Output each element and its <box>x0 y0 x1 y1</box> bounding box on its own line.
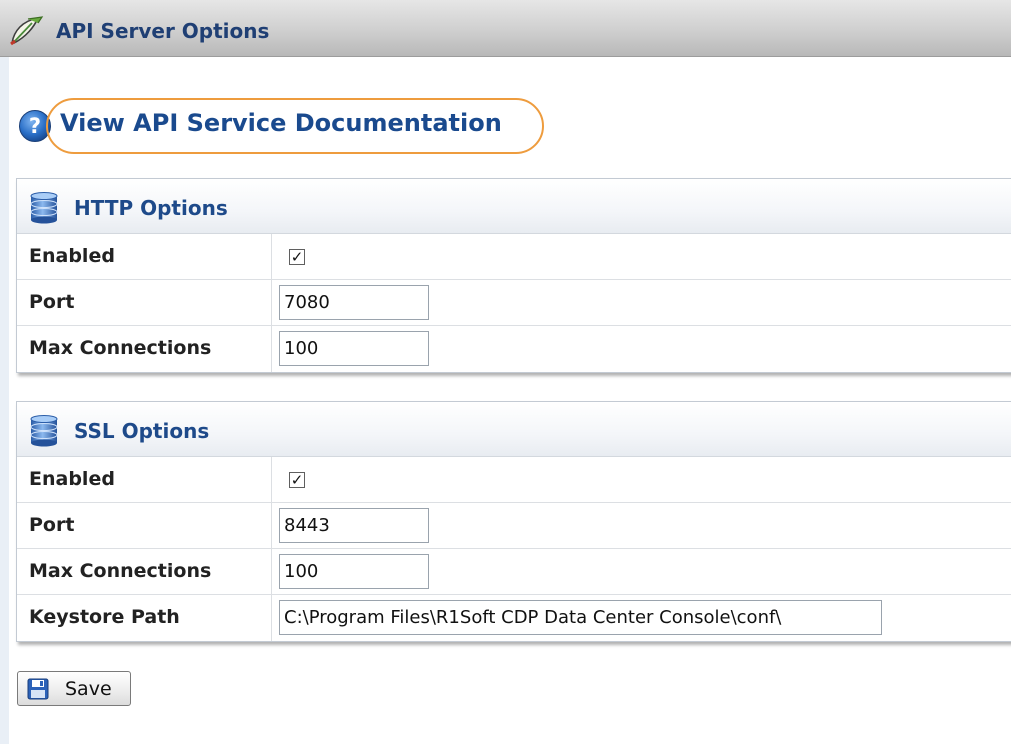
ssl-port-label: Port <box>17 503 272 548</box>
left-border-strip <box>0 56 9 744</box>
http-port-input[interactable] <box>279 285 429 320</box>
floppy-disk-icon <box>27 678 49 700</box>
http-enabled-row: Enabled ✓ <box>17 234 1011 280</box>
http-enabled-checkbox[interactable]: ✓ <box>289 249 305 265</box>
ssl-keystore-path-label: Keystore Path <box>17 595 272 641</box>
ssl-options-panel: SSL Options Enabled ✓ Port Max Connectio… <box>16 401 1011 642</box>
ssl-keystore-path-input[interactable] <box>279 600 882 635</box>
ssl-keystore-path-row: Keystore Path <box>17 595 1011 641</box>
ssl-enabled-checkbox[interactable]: ✓ <box>289 472 305 488</box>
ssl-max-connections-input[interactable] <box>279 554 429 589</box>
window-title-bar: API Server Options <box>0 0 1011 57</box>
window-title: API Server Options <box>56 19 270 43</box>
http-max-connections-row: Max Connections <box>17 326 1011 372</box>
api-server-options-page: API Server Options ? View API Service Do… <box>0 0 1011 744</box>
ssl-max-connections-label: Max Connections <box>17 549 272 594</box>
database-icon <box>27 413 61 447</box>
http-max-connections-input[interactable] <box>279 331 429 366</box>
http-options-header: HTTP Options <box>17 179 1011 234</box>
save-button-label[interactable]: Save <box>65 678 112 700</box>
ssl-enabled-row: Enabled ✓ <box>17 457 1011 503</box>
ssl-options-title: SSL Options <box>74 419 210 443</box>
view-api-documentation-label[interactable]: View API Service Documentation <box>60 109 502 137</box>
http-enabled-label: Enabled <box>17 234 272 279</box>
ssl-enabled-label: Enabled <box>17 457 272 502</box>
ssl-port-input[interactable] <box>279 508 429 543</box>
pencil-leaf-icon <box>8 15 48 47</box>
help-icon: ? <box>18 109 52 143</box>
ssl-options-header: SSL Options <box>17 402 1011 457</box>
database-icon <box>27 190 61 224</box>
ssl-port-row: Port <box>17 503 1011 549</box>
http-port-label: Port <box>17 280 272 325</box>
http-port-row: Port <box>17 280 1011 326</box>
view-api-documentation-link[interactable]: ? View API Service Documentation <box>18 98 558 154</box>
http-options-panel: HTTP Options Enabled ✓ Port Max Connecti… <box>16 178 1011 373</box>
http-max-connections-label: Max Connections <box>17 326 272 372</box>
save-button[interactable]: Save <box>17 671 131 706</box>
ssl-max-connections-row: Max Connections <box>17 549 1011 595</box>
http-options-title: HTTP Options <box>74 196 228 220</box>
svg-text:?: ? <box>29 114 41 138</box>
